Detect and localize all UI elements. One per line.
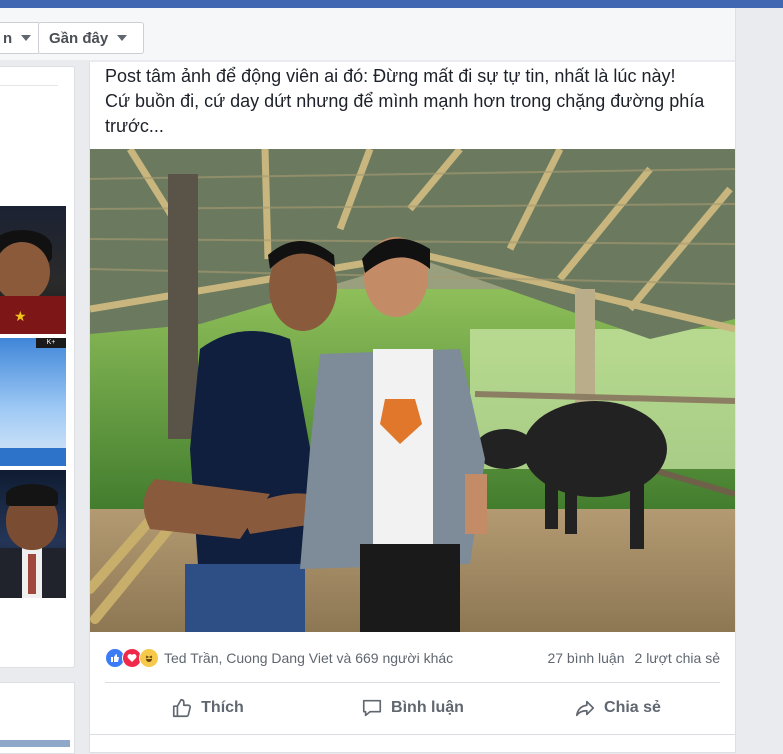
post-photo-image: [90, 149, 735, 632]
haha-reaction-icon: [139, 648, 159, 668]
divider: [105, 682, 720, 683]
thumbs-up-icon: [173, 698, 192, 718]
post-photo[interactable]: [90, 149, 735, 632]
comment-icon: [362, 699, 382, 717]
sort-dropdown[interactable]: n: [0, 22, 39, 54]
comment-button-label: Bình luận: [391, 699, 464, 716]
tv-channel-logo: K+: [36, 338, 66, 348]
post-text: Post tâm ảnh để động viên ai đó: Đừng mấ…: [105, 66, 705, 136]
reaction-names[interactable]: Ted Trần, Cuong Dang Viet và 669 người k…: [164, 650, 453, 666]
chevron-down-icon: [21, 35, 32, 41]
sidebar-photo-thumbnail[interactable]: [0, 470, 66, 598]
top-navigation-bar: [0, 0, 783, 8]
comment-count[interactable]: 27 bình luận: [547, 650, 624, 666]
like-button-label: Thích: [201, 699, 244, 716]
share-button-label: Chia sẻ: [604, 699, 661, 716]
comment-button[interactable]: Bình luận: [310, 688, 515, 728]
sidebar-photo-thumbnail[interactable]: ★: [0, 206, 66, 334]
feed-post: Post tâm ảnh để động viên ai đó: Đừng mấ…: [89, 62, 736, 753]
post-stats: 27 bình luận 2 lượt chia sẻ: [547, 650, 720, 666]
right-rail: [735, 8, 783, 747]
feed-sort-bar: n Gần đây: [0, 8, 735, 60]
divider: [0, 85, 58, 86]
post-action-bar: Thích Bình luận Chia sẻ: [105, 688, 720, 728]
chevron-down-icon: [117, 35, 128, 41]
sidebar-highlight: [0, 740, 70, 747]
left-sidebar-card: ★ K+: [0, 66, 75, 668]
share-count[interactable]: 2 lượt chia sẻ: [635, 650, 720, 666]
star-icon: ★: [14, 308, 27, 324]
divider: [90, 734, 735, 735]
reaction-summary[interactable]: Ted Trần, Cuong Dang Viet và 669 người k…: [105, 646, 720, 670]
recent-dropdown[interactable]: Gần đây: [38, 22, 144, 54]
like-button[interactable]: Thích: [105, 688, 310, 728]
recent-dropdown-label: Gần đây: [49, 29, 109, 47]
sidebar-photo-thumbnail[interactable]: K+: [0, 338, 66, 466]
sort-dropdown-label: n: [3, 29, 13, 47]
share-button[interactable]: Chia sẻ: [515, 688, 720, 728]
share-arrow-icon: [575, 700, 595, 717]
